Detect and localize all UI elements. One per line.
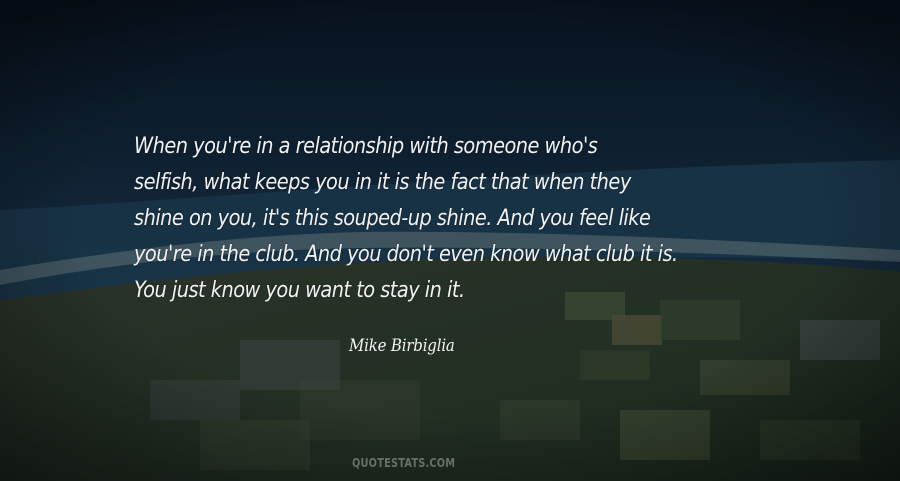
- quote-image: When you're in a relationship with someo…: [0, 0, 900, 481]
- quote-line: shine on you, it's this souped-up shine.…: [134, 205, 651, 231]
- quote-line: you're in the club. And you don't even k…: [134, 241, 678, 267]
- quote-line: You just know you want to stay in it.: [134, 277, 465, 303]
- site-watermark: QUOTESTATS.COM: [352, 456, 456, 470]
- quote-author: Mike Birbiglia: [349, 336, 455, 356]
- quote-line: selfish, what keeps you in it is the fac…: [134, 169, 631, 195]
- quote-text: When you're in a relationship with someo…: [134, 128, 702, 308]
- quote-line: When you're in a relationship with someo…: [134, 133, 598, 159]
